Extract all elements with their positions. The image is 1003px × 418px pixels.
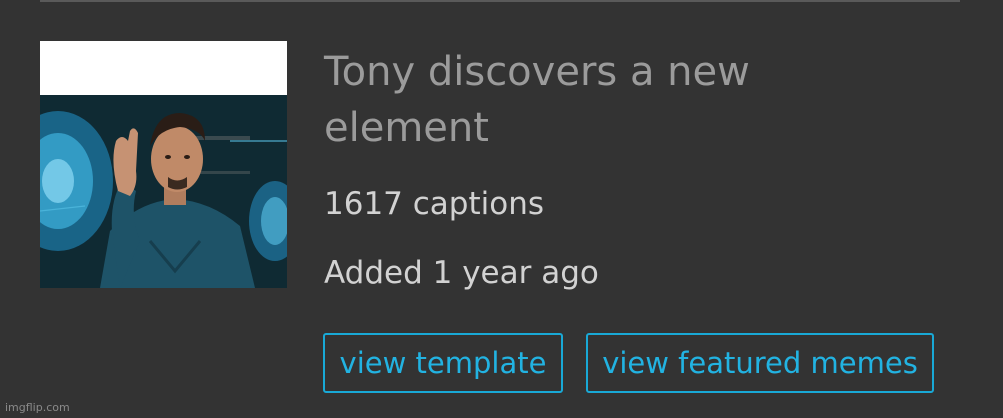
template-title[interactable]: Tony discovers a new element	[324, 44, 884, 156]
thumbnail-image	[40, 41, 287, 288]
watermark: imgflip.com	[5, 401, 70, 414]
caption-count: 1617 captions	[324, 186, 544, 222]
top-divider	[40, 0, 960, 2]
view-featured-memes-button[interactable]: view featured memes	[586, 333, 934, 393]
added-date: Added 1 year ago	[324, 255, 599, 291]
template-thumbnail[interactable]	[40, 41, 287, 288]
view-template-button[interactable]: view template	[323, 333, 563, 393]
